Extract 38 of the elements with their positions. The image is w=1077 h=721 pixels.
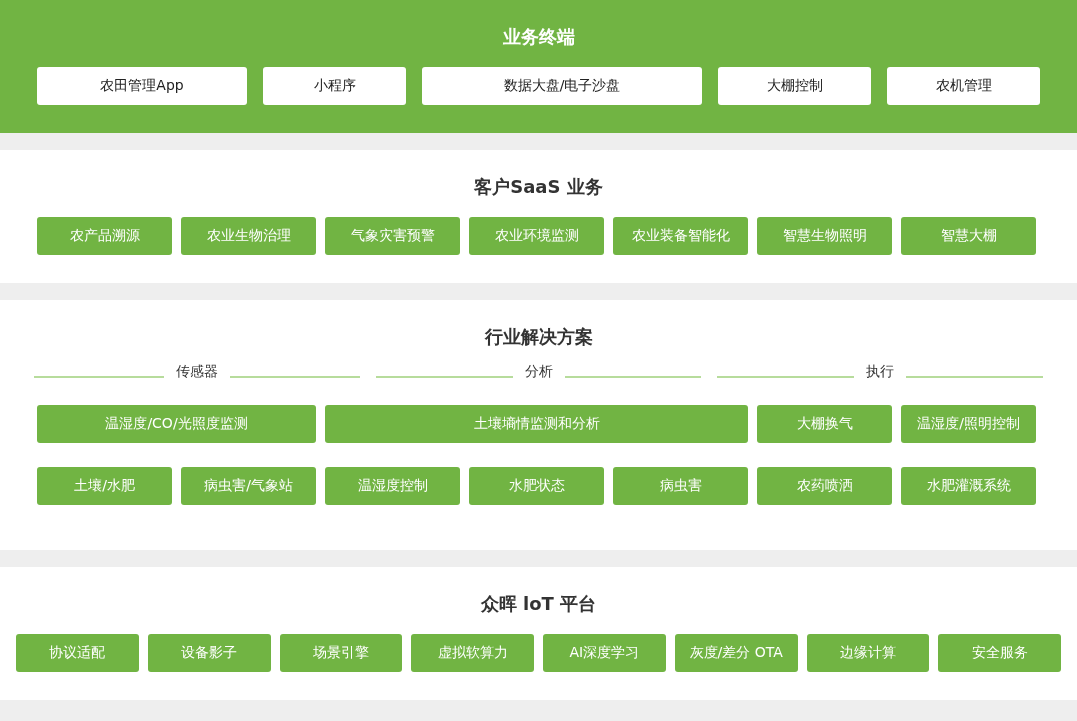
module-label: 虚拟软算力 bbox=[411, 634, 534, 672]
module-label: 水肥状态 bbox=[469, 467, 604, 505]
module-label: 温湿度/CO/光照度监测 bbox=[37, 405, 316, 443]
module-label: 水肥灌溉系统 bbox=[901, 467, 1036, 505]
section-title: 客户SaaS 业务 bbox=[473, 175, 604, 199]
section-title: 业务终端 bbox=[501, 25, 576, 49]
module-label: 安全服务 bbox=[938, 634, 1061, 672]
module-label: 病虫害/气象站 bbox=[181, 467, 316, 505]
module-label: 气象灾害预警 bbox=[325, 217, 460, 255]
module-label: 农业环境监测 bbox=[469, 217, 604, 255]
module-label: 设备影子 bbox=[147, 634, 271, 672]
module-label: 农业装备智能化 bbox=[613, 217, 748, 255]
module-label: 土壤/水肥 bbox=[37, 467, 172, 505]
module-label: 农田管理App bbox=[37, 67, 247, 105]
group-label: 分析 bbox=[524, 363, 553, 381]
section-title: 行业解决方案 bbox=[483, 325, 594, 349]
module-label: 边缘计算 bbox=[806, 634, 930, 672]
module-label: 病虫害 bbox=[613, 467, 748, 505]
module-label: 小程序 bbox=[263, 67, 406, 105]
module-label: 灰度/差分 OTA bbox=[674, 634, 798, 672]
section-title: 众晖 loT 平台 bbox=[479, 592, 598, 616]
module-label: 农产品溯源 bbox=[37, 217, 172, 255]
module-label: AI深度学习 bbox=[543, 634, 666, 672]
module-label: 温湿度/照明控制 bbox=[901, 405, 1036, 443]
module-label: 数据大盘/电子沙盘 bbox=[422, 67, 702, 105]
module-label: 农药喷洒 bbox=[757, 467, 892, 505]
module-label: 智慧生物照明 bbox=[757, 217, 892, 255]
module-label: 协议适配 bbox=[16, 634, 139, 672]
module-label: 大棚控制 bbox=[718, 67, 871, 105]
module-label: 农业生物治理 bbox=[181, 217, 316, 255]
module-label: 大棚换气 bbox=[757, 405, 892, 443]
module-label: 智慧大棚 bbox=[901, 217, 1036, 255]
group-label: 传感器 bbox=[175, 363, 218, 381]
module-label: 农机管理 bbox=[887, 67, 1040, 105]
module-label: 场景引擎 bbox=[279, 634, 403, 672]
module-label: 温湿度控制 bbox=[325, 467, 460, 505]
group-label: 执行 bbox=[866, 363, 895, 381]
module-label: 土壤墒情监测和分析 bbox=[325, 405, 748, 443]
